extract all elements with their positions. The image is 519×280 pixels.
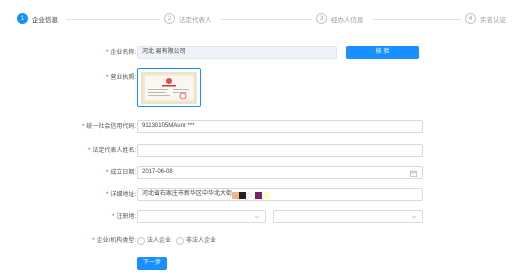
license-upload[interactable] xyxy=(137,68,201,107)
credit-code-label: * 统一社会信用代码: xyxy=(81,124,136,130)
redaction-block xyxy=(255,192,262,199)
chevron-down-icon xyxy=(411,215,417,219)
legal-rep-input[interactable] xyxy=(137,144,423,157)
step-4-label: 实名认证 xyxy=(480,16,506,24)
step-1-number: 1 xyxy=(17,13,28,24)
established-label: * 成立日期: xyxy=(105,170,136,176)
registration-label: * 注册地: xyxy=(111,214,136,220)
address-label: * 详细地址: xyxy=(105,192,136,198)
step-connector-2 xyxy=(220,18,312,20)
step-1[interactable]: 1 企业信息 xyxy=(17,13,58,24)
org-type-label: * 企业/机构类型: xyxy=(92,238,136,244)
established-date-value: 2017-06-08 xyxy=(142,169,173,175)
established-date-input[interactable]: 2017-06-08 xyxy=(137,166,423,179)
next-button[interactable]: 下一步 xyxy=(137,257,167,270)
redaction-block xyxy=(246,192,253,199)
license-label: * 营业执照: xyxy=(105,75,136,81)
company-name-field[interactable]: 河北 易有限公司 xyxy=(137,46,337,59)
step-2-number: 2 xyxy=(164,13,175,24)
province-select[interactable] xyxy=(137,210,266,223)
credit-code-row: * 统一社会信用代码: 91130105MAunr *** xyxy=(0,120,519,134)
company-name-row: * 企业名称: 河北 易有限公司 核 验 xyxy=(0,46,519,60)
step-3-number: 3 xyxy=(316,13,327,24)
company-name-label: * 企业名称: xyxy=(105,50,136,56)
radio-legal-entity[interactable] xyxy=(137,236,145,245)
license-row: * 营业执照: xyxy=(0,71,519,85)
radio-non-legal-entity[interactable] xyxy=(176,236,184,245)
org-type-row: * 企业/机构类型: 法人企业 非法人企业 xyxy=(0,234,519,248)
step-3[interactable]: 3 经办人信息 xyxy=(316,13,364,24)
address-value: 河北省石家庄市新华区中华北大街 xyxy=(142,191,233,197)
step-connector-1 xyxy=(66,18,160,20)
step-4-number: 4 xyxy=(465,13,476,24)
verify-button[interactable]: 核 验 xyxy=(346,46,419,59)
credit-code-input[interactable]: 91130105MAunr *** xyxy=(137,120,423,133)
radio-legal-entity-label[interactable]: 法人企业 xyxy=(147,234,171,248)
step-3-label: 经办人信息 xyxy=(331,16,364,24)
step-2[interactable]: 2 法定代表人 xyxy=(164,13,212,24)
address-row: * 详细地址: 河北省石家庄市新华区中华北大街 xyxy=(0,188,519,202)
step-2-label: 法定代表人 xyxy=(179,16,212,24)
city-select[interactable] xyxy=(273,210,423,223)
redaction-block xyxy=(239,192,246,199)
legal-rep-label: * 法定代表人姓名: xyxy=(87,148,136,154)
established-row: * 成立日期: 2017-06-08 xyxy=(0,166,519,180)
step-4[interactable]: 4 实名认证 xyxy=(465,13,506,24)
redaction-block xyxy=(263,192,270,199)
redaction-block xyxy=(232,192,239,199)
step-connector-3 xyxy=(372,18,461,20)
chevron-down-icon xyxy=(254,215,260,219)
radio-non-legal-entity-label[interactable]: 非法人企业 xyxy=(186,234,216,248)
legal-rep-row: * 法定代表人姓名: xyxy=(0,144,519,158)
registration-row: * 注册地: xyxy=(0,210,519,224)
calendar-icon[interactable] xyxy=(410,170,417,177)
license-thumbnail-image xyxy=(141,72,197,103)
address-input[interactable]: 河北省石家庄市新华区中华北大街 xyxy=(137,188,423,201)
step-1-label: 企业信息 xyxy=(32,16,58,24)
